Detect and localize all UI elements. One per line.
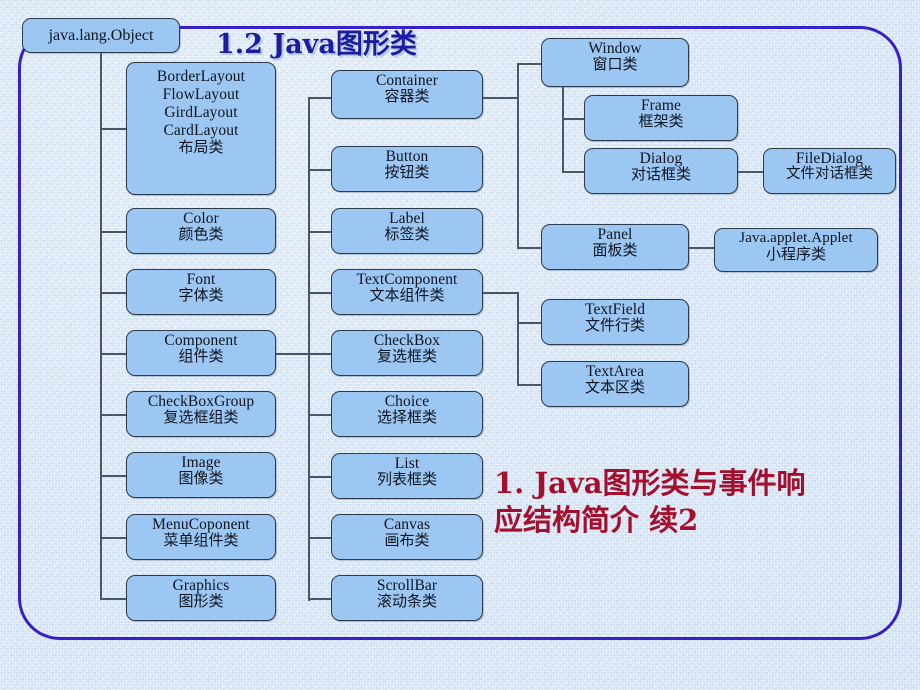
node-label-cn: 窗口类 [592, 55, 638, 74]
connector-trunk-window [562, 87, 564, 172]
node-frame[interactable]: Frame 框架类 [584, 95, 738, 141]
connector-stub-l1-6 [100, 537, 127, 539]
node-label-cn: 文本组件类 [369, 286, 445, 305]
node-java-applet-applet[interactable]: Java.applet.Applet 小程序类 [714, 228, 878, 272]
connector-stub-textfield [517, 322, 542, 324]
connector-stub-l1-3 [100, 353, 127, 355]
node-label-en-2: GirdLayout [164, 103, 238, 121]
node-list[interactable]: List 列表框类 [331, 453, 483, 499]
node-layout-classes[interactable]: BorderLayout FlowLayout GirdLayout CardL… [126, 62, 276, 195]
connector-stub-l1-4 [100, 414, 127, 416]
node-label-cn: 文本区类 [584, 378, 645, 397]
connector-stub-dialog [562, 171, 585, 173]
connector-stub-l1-2 [100, 292, 127, 294]
node-label-cn: 小程序类 [765, 244, 826, 263]
connector-stub-l2-7 [308, 537, 332, 539]
connector-stub-l1-5 [100, 475, 127, 477]
node-label-cn: 复选框类 [376, 347, 437, 366]
node-textfield[interactable]: TextField 文件行类 [541, 299, 689, 345]
connector-trunk-level2 [308, 97, 310, 601]
node-color[interactable]: Color 颜色类 [126, 208, 276, 254]
connector-stub-l2-3 [308, 292, 332, 294]
node-component[interactable]: Component 组件类 [126, 330, 276, 376]
connector-stub-l2-5 [308, 414, 332, 416]
node-scrollbar[interactable]: ScrollBar 滚动条类 [331, 575, 483, 621]
node-graphics[interactable]: Graphics 图形类 [126, 575, 276, 621]
connector-panel-to-applet [689, 247, 715, 249]
connector-textcomponent-to-trunk3 [483, 292, 519, 294]
node-label-cn: 列表框类 [376, 470, 437, 489]
connector-stub-l1-0 [100, 128, 127, 130]
node-label-cn: 图形类 [178, 592, 224, 611]
node-textarea[interactable]: TextArea 文本区类 [541, 361, 689, 407]
node-image[interactable]: Image 图像类 [126, 452, 276, 498]
node-label-cn: 颜色类 [178, 225, 224, 244]
node-label-cn: 选择框类 [376, 408, 437, 427]
node-label[interactable]: Label 标签类 [331, 208, 483, 254]
node-label-cn: 对话框类 [630, 165, 691, 184]
node-label-cn: 图像类 [178, 469, 224, 488]
node-label-cn: 框架类 [638, 112, 684, 131]
node-checkbox[interactable]: CheckBox 复选框类 [331, 330, 483, 376]
connector-component-to-trunk2 [276, 353, 309, 355]
node-checkboxgroup[interactable]: CheckBoxGroup 复选框组类 [126, 391, 276, 437]
node-dialog[interactable]: Dialog 对话框类 [584, 148, 738, 194]
connector-dialog-to-filedialog [738, 171, 764, 173]
node-panel[interactable]: Panel 面板类 [541, 224, 689, 270]
node-label-cn: 组件类 [178, 347, 224, 366]
node-label-en-1: FlowLayout [162, 85, 240, 103]
node-menucoponent[interactable]: MenuCoponent 菜单组件类 [126, 514, 276, 560]
slide-subtitle-line2: 应结构简介 续2 [494, 503, 699, 538]
node-label-cn: 面板类 [592, 241, 638, 260]
connector-root-to-trunk1 [100, 53, 102, 109]
connector-stub-textarea [517, 384, 542, 386]
node-label-en: FileDialog [795, 150, 864, 167]
node-label-cn: 画布类 [384, 531, 430, 550]
node-label-cn: 字体类 [178, 286, 224, 305]
node-button[interactable]: Button 按钮类 [331, 146, 483, 192]
slide-canvas: 1.2 Java图形类 java.lang.Object BorderLayou… [0, 0, 920, 690]
connector-container-to-trunk3 [483, 97, 519, 99]
node-filedialog[interactable]: FileDialog 文件对话框类 [763, 148, 896, 194]
connector-stub-l2-2 [308, 231, 332, 233]
node-label-cn: 文件对话框类 [786, 166, 873, 183]
node-java-lang-object[interactable]: java.lang.Object [22, 18, 180, 53]
node-label-cn: 滚动条类 [376, 592, 437, 611]
node-textcomponent[interactable]: TextComponent 文本组件类 [331, 269, 483, 315]
connector-trunk-textcomponent [517, 292, 519, 385]
node-window[interactable]: Window 窗口类 [541, 38, 689, 87]
node-canvas[interactable]: Canvas 画布类 [331, 514, 483, 560]
slide-subtitle: 1. Java图形类与事件响 应结构简介 续2 [494, 465, 914, 539]
node-container[interactable]: Container 容器类 [331, 70, 483, 119]
connector-stub-window [517, 63, 542, 65]
connector-stub-l2-6 [308, 476, 332, 478]
connector-stub-frame [562, 118, 585, 120]
connector-stub-l1-1 [100, 231, 127, 233]
node-label-cn: 布局类 [178, 137, 224, 156]
page-title: 1.2 Java图形类 [216, 29, 417, 60]
connector-stub-l2-4 [308, 353, 332, 355]
connector-stub-l2-1 [308, 169, 332, 171]
node-label-cn: 标签类 [384, 225, 430, 244]
slide-subtitle-line1: 1. Java图形类与事件响 [494, 466, 806, 500]
node-label-cn: 复选框组类 [163, 408, 239, 427]
node-label-cn: 容器类 [384, 87, 430, 106]
connector-stub-l2-0 [308, 97, 332, 99]
node-label-en-0: BorderLayout [156, 68, 246, 85]
connector-stub-panel [517, 247, 542, 249]
connector-stub-l1-7 [100, 598, 127, 600]
node-choice[interactable]: Choice 选择框类 [331, 391, 483, 437]
node-label-cn: 菜单组件类 [163, 531, 239, 550]
connector-stub-l2-8 [308, 598, 332, 600]
node-font[interactable]: Font 字体类 [126, 269, 276, 315]
node-label-cn: 文件行类 [584, 316, 645, 335]
node-label-cn: 按钮类 [384, 163, 430, 182]
connector-trunk-container [517, 63, 519, 248]
